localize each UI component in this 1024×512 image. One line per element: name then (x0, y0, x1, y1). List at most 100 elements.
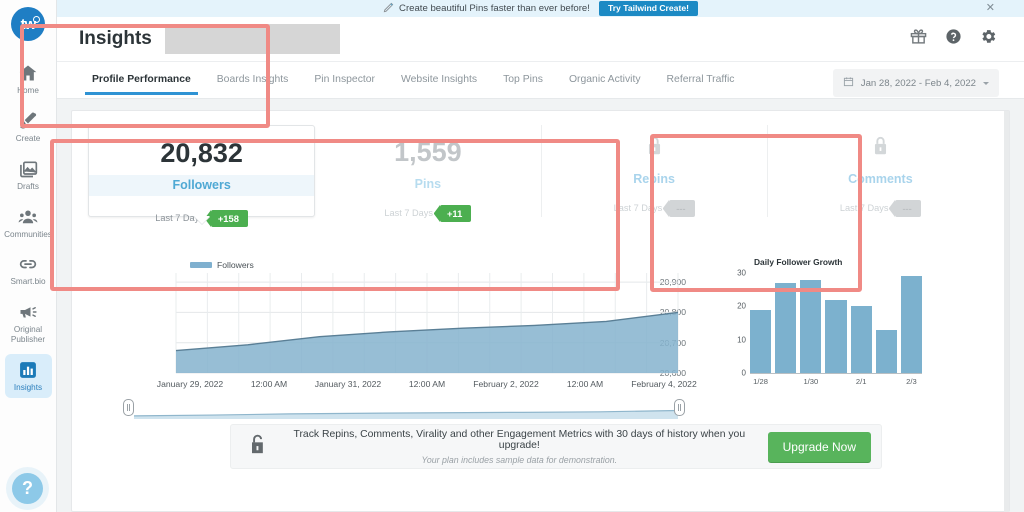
line-chart-x-tick: 12:00 AM (566, 379, 604, 389)
line-chart-x-tick: January 31, 2022 (314, 379, 382, 389)
tab-profile-performance[interactable]: Profile Performance (79, 62, 204, 95)
tab-boards-insights[interactable]: Boards Insights (204, 62, 302, 95)
tailwind-logo[interactable]: tw (11, 7, 45, 41)
bar-chart-y-tick: 20 (737, 301, 746, 311)
range-slider-handle-right[interactable] (674, 399, 685, 416)
people-icon (18, 207, 38, 227)
lock-icon (871, 135, 890, 161)
bar[interactable] (775, 283, 797, 373)
page-header: Insights (57, 17, 1024, 62)
followers-area-chart: Followers 20,60020,70020,80020,900 Janua… (128, 257, 697, 395)
kpi-subrow: Last 7 Days --- (614, 200, 695, 217)
kpi-card-repins[interactable]: Repins Last 7 Days --- (542, 125, 768, 217)
bar-chart-plot (750, 273, 922, 373)
tab-website-insights[interactable]: Website Insights (388, 62, 490, 95)
sidebar-item-drafts[interactable]: Drafts (5, 153, 52, 197)
date-range-picker[interactable]: Jan 28, 2022 - Feb 4, 2022 (832, 69, 999, 97)
kpi-period: Last 7 Days (384, 208, 433, 219)
daily-follower-growth-chart: Daily Follower Growth 0 10 20 30 1/28 1/30 2/… (728, 251, 928, 397)
try-tailwind-create-button[interactable]: Try Tailwind Create! (598, 1, 698, 16)
kpi-value: 20,832 (160, 138, 243, 168)
help-fab-button[interactable]: ? (12, 473, 43, 504)
kpi-delta-badge: +158 (204, 210, 248, 227)
chevron-down-icon (983, 81, 989, 85)
help-circle-icon[interactable] (945, 28, 962, 50)
sidebar-item-label: Insights (13, 382, 43, 392)
lock-icon (645, 135, 664, 161)
tab-organic-activity[interactable]: Organic Activity (556, 62, 654, 95)
kpi-subrow: Last 7 Days --- (840, 200, 921, 217)
sidebar-item-create[interactable]: Create (5, 105, 52, 149)
scrollbar-track[interactable] (1004, 111, 1009, 512)
sidebar-item-label: Communities (4, 229, 52, 239)
kpi-subrow: Last 7 Days +11 (384, 205, 472, 222)
upgrade-now-button[interactable]: Upgrade Now (767, 431, 871, 462)
pencil-icon (383, 0, 394, 18)
header-actions (910, 28, 997, 50)
kpi-label: Repins (633, 172, 675, 186)
kpi-delta-badge: --- (889, 200, 921, 217)
kpi-selected-arrow-icon (193, 216, 210, 224)
tab-referral-traffic[interactable]: Referral Traffic (654, 62, 748, 95)
chart-range-slider[interactable] (123, 399, 686, 421)
kpi-card-comments[interactable]: Comments Last 7 Days --- (768, 125, 993, 217)
sidebar-item-smart-bio[interactable]: Smart.bio (5, 248, 52, 292)
upgrade-subline: Your plan includes sample data for demon… (421, 454, 618, 465)
kpi-delta-badge: --- (663, 200, 695, 217)
promo-text: Create beautiful Pins faster than ever b… (399, 3, 590, 14)
sidebar-item-label: Create (15, 133, 41, 143)
image-icon (18, 159, 38, 179)
range-slider-handle-left[interactable] (123, 399, 134, 416)
kpi-label: Pins (414, 177, 442, 191)
sidebar-item-label: Home (17, 86, 39, 95)
kpi-cards: 20,832 Followers Last 7 Days +158 1,559 Pins L… (88, 125, 993, 227)
kpi-label-band: Followers (89, 175, 315, 196)
link-icon (18, 254, 38, 274)
bar-chart-x-tick: 1/28 (753, 377, 768, 386)
bar[interactable] (750, 309, 772, 373)
kpi-label: Followers (172, 178, 231, 192)
close-icon[interactable]: ✕ (986, 3, 995, 14)
kpi-value: 1,559 (394, 137, 462, 167)
range-slider-preview (133, 409, 679, 419)
tab-pin-inspector[interactable]: Pin Inspector (301, 62, 388, 95)
sidebar-item-insights[interactable]: Insights (4, 353, 52, 398)
line-chart-x-tick: February 2, 2022 (473, 379, 539, 389)
home-icon (18, 63, 38, 83)
page-title: Insights (79, 28, 152, 49)
bar[interactable] (900, 276, 922, 373)
bar[interactable] (800, 279, 822, 373)
kpi-period: Last 7 Days (839, 203, 889, 214)
sidebar-item-communities[interactable]: Communities (4, 201, 52, 245)
bar-chart-x-tick: 2/1 (855, 377, 867, 386)
bar[interactable] (825, 299, 847, 373)
line-chart-x-tick: January 29, 2022 (156, 379, 224, 389)
upgrade-headline: Track Repins, Comments, Virality and oth… (293, 428, 746, 451)
bar-chart-icon (18, 360, 38, 380)
kpi-card-pins[interactable]: 1,559 Pins Last 7 Days +11 (315, 125, 542, 222)
sidebar-item-original-publisher[interactable]: Original Publisher (5, 296, 52, 350)
brush-icon (18, 111, 38, 131)
sidebar-item-label: Smart.bio (10, 277, 46, 287)
bar-chart-x-tick: 1/30 (803, 377, 819, 386)
gear-icon[interactable] (980, 28, 997, 50)
line-chart-x-tick: 12:00 AM (408, 379, 446, 389)
help-fab-label: ? (22, 478, 33, 498)
sidebar-item-label: Original Publisher (10, 325, 46, 345)
redacted-account-name (164, 24, 340, 54)
gift-icon[interactable] (910, 28, 927, 50)
bar-chart-y-tick: 0 (741, 368, 746, 378)
date-range-text: Jan 28, 2022 - Feb 4, 2022 (860, 77, 976, 89)
line-chart-x-tick: 12:00 AM (250, 379, 288, 389)
sidebar-item-home[interactable]: Home (5, 57, 52, 101)
sidebar-item-label: Drafts (17, 181, 39, 191)
bar[interactable] (875, 329, 897, 373)
bar-chart-y-tick: 30 (737, 268, 746, 278)
tab-top-pins[interactable]: Top Pins (490, 62, 556, 95)
profile-performance-panel: 20,832 Followers Last 7 Days +158 1,559 Pins L… (71, 110, 1010, 512)
content-area: 20,832 Followers Last 7 Days +158 1,559 Pins L… (57, 99, 1024, 512)
upgrade-text: Track Repins, Comments, Virality and oth… (279, 429, 768, 465)
line-chart-plot (175, 273, 679, 374)
bar[interactable] (850, 306, 872, 373)
kpi-card-followers[interactable]: 20,832 Followers Last 7 Days +158 (88, 125, 316, 227)
